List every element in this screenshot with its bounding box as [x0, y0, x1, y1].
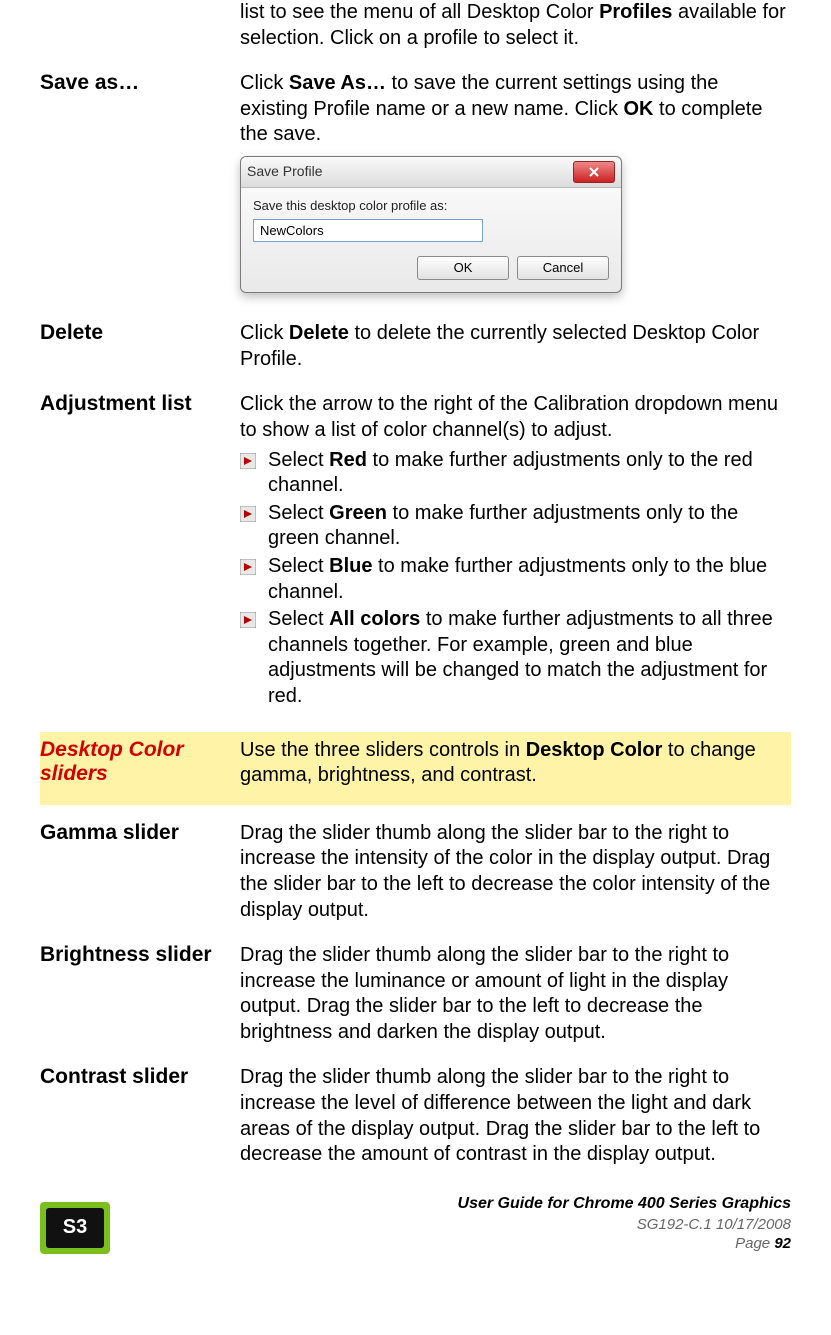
ok-button[interactable]: OK [417, 256, 509, 281]
bold: Save As… [289, 72, 386, 94]
term-contrast-slider: Contrast slider [40, 1065, 240, 1167]
term-adjustment-list: Adjustment list [40, 392, 240, 711]
term-empty [40, 0, 240, 51]
arrow-bullet-icon [240, 506, 256, 522]
brightness-desc: Drag the slider thumb along the slider b… [240, 943, 791, 1045]
term-gamma-slider: Gamma slider [40, 821, 240, 923]
dialog-titlebar: Save Profile [241, 157, 621, 188]
list-item: Select Green to make further adjustments… [240, 501, 791, 552]
s3-logo: S3 [40, 1202, 110, 1254]
text: Click [240, 72, 289, 94]
contrast-desc: Drag the slider thumb along the slider b… [240, 1065, 791, 1167]
footer-page: Page 92 [122, 1234, 791, 1254]
page-footer: S3 User Guide for Chrome 400 Series Grap… [0, 1188, 831, 1264]
term-delete: Delete [40, 321, 240, 372]
arrow-bullet-icon [240, 612, 256, 628]
list-item: Select Blue to make further adjustments … [240, 554, 791, 605]
delete-desc: Click Delete to delete the currently sel… [240, 321, 791, 372]
section-header-sliders: Desktop Color sliders Use the three slid… [40, 732, 791, 805]
list-item: Select All colors to make further adjust… [240, 607, 791, 709]
bold: Desktop Color [526, 739, 663, 761]
bold: Delete [289, 322, 349, 344]
list-item-text: Select Blue to make further adjustments … [268, 554, 791, 605]
footer-docinfo: SG192-C.1 10/17/2008 [122, 1215, 791, 1235]
text: Click [240, 322, 289, 344]
bold: OK [624, 98, 654, 120]
list-item-text: Select All colors to make further adjust… [268, 607, 791, 709]
close-icon [589, 167, 599, 177]
save-as-desc: Click Save As… to save the current setti… [240, 71, 791, 301]
term-desktop-color-sliders: Desktop Color sliders [40, 738, 240, 789]
term-brightness-slider: Brightness slider [40, 943, 240, 1045]
page-label: Page [735, 1235, 774, 1252]
profiles-desc: list to see the menu of all Desktop Colo… [240, 0, 791, 51]
arrow-bullet-icon [240, 453, 256, 469]
footer-title: User Guide for Chrome 400 Series Graphic… [122, 1194, 791, 1215]
close-button[interactable] [573, 161, 615, 183]
cancel-button[interactable]: Cancel [517, 256, 609, 281]
term-save-as: Save as… [40, 71, 240, 301]
sliders-header-desc: Use the three sliders controls in Deskto… [240, 738, 791, 789]
adjustment-desc: Click the arrow to the right of the Cali… [240, 392, 791, 711]
list-item-text: Select Green to make further adjustments… [268, 501, 791, 552]
s3-logo-text: S3 [46, 1208, 104, 1248]
list-item-text: Select Red to make further adjustments o… [268, 448, 791, 499]
list-item: Select Red to make further adjustments o… [240, 448, 791, 499]
bold: Profiles [599, 1, 672, 23]
profile-name-input[interactable] [253, 219, 483, 242]
page-number: 92 [774, 1235, 791, 1252]
text: Use the three sliders controls in [240, 739, 526, 761]
dialog-title: Save Profile [247, 163, 573, 181]
arrow-bullet-icon [240, 559, 256, 575]
text: list to see the menu of all Desktop Colo… [240, 1, 599, 23]
dialog-label: Save this desktop color profile as: [253, 198, 609, 215]
adjustment-intro: Click the arrow to the right of the Cali… [240, 392, 791, 443]
save-profile-dialog: Save Profile Save this desktop color pro… [240, 156, 622, 293]
gamma-desc: Drag the slider thumb along the slider b… [240, 821, 791, 923]
